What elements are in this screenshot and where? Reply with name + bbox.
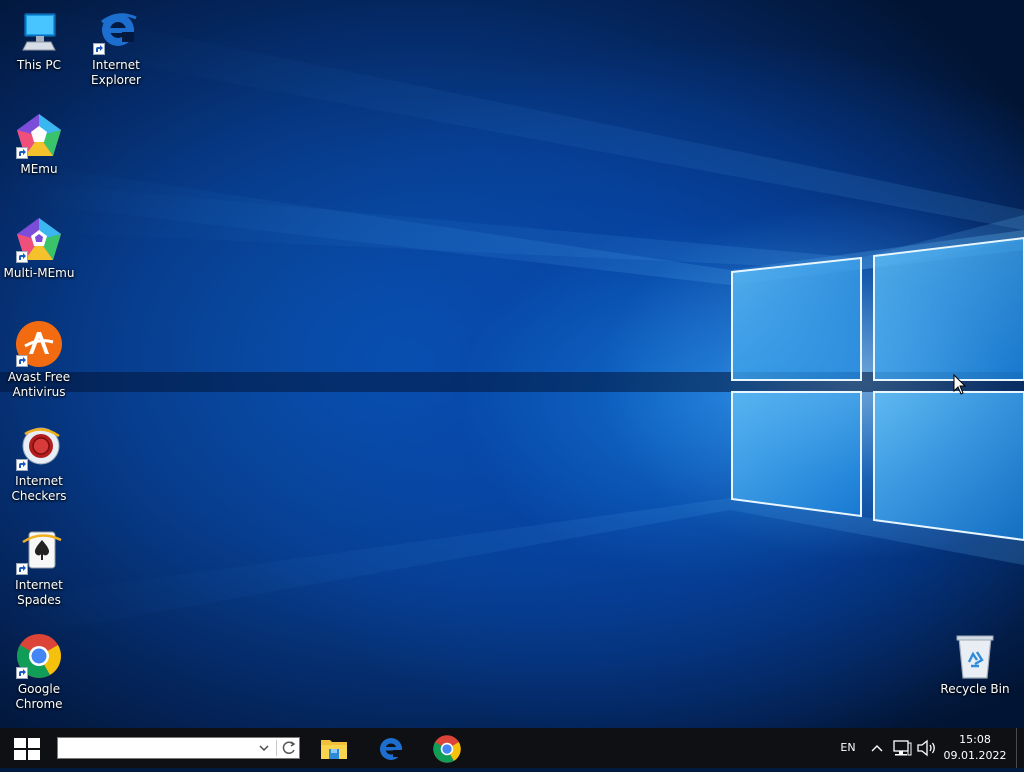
volume-icon[interactable] — [914, 728, 940, 768]
desktop-icon-label: This PC — [17, 58, 61, 72]
desktop-icon-label: Internet Checkers — [11, 474, 67, 503]
taskbar-app-chrome[interactable] — [420, 728, 472, 768]
shortcut-arrow-icon — [16, 563, 28, 575]
shortcut-arrow-icon — [16, 355, 28, 367]
tray-expand-chevron-up-icon[interactable] — [866, 728, 888, 768]
desktop-icon-label: Recycle Bin — [940, 682, 1010, 696]
recycle-bin-icon — [951, 632, 999, 680]
windows-logo-wallpaper — [0, 0, 1024, 640]
shortcut-arrow-icon — [16, 667, 28, 679]
taskbar: EN 15:08 09.01.2022 — [0, 728, 1024, 768]
shortcut-arrow-icon — [16, 251, 28, 263]
memu-icon — [15, 112, 63, 160]
language-indicator[interactable]: EN — [834, 728, 862, 768]
address-input[interactable] — [60, 740, 250, 756]
desktop-icon-label: Multi-MEmu — [3, 266, 75, 280]
chrome-icon — [15, 632, 63, 680]
desktop-icon-internet-spades[interactable]: Internet Spades — [1, 528, 77, 608]
desktop-icon-internet-explorer[interactable]: Internet Explorer — [78, 8, 154, 88]
mouse-cursor-icon — [953, 374, 967, 395]
desktop-icon-memu[interactable]: MEmu — [1, 112, 77, 177]
shortcut-arrow-icon — [16, 459, 28, 471]
desktop-icon-internet-checkers[interactable]: Internet Checkers — [1, 424, 77, 504]
desktop-icon-label: MEmu — [20, 162, 58, 176]
taskbar-app-edge[interactable] — [364, 728, 416, 768]
desktop-icon-avast[interactable]: Avast Free Antivirus — [1, 320, 77, 400]
chrome-icon — [433, 735, 461, 763]
taskbar-app-file-explorer[interactable] — [308, 728, 360, 768]
clock-date: 09.01.2022 — [943, 749, 1007, 762]
multi-memu-icon — [15, 216, 63, 264]
desktop-icon-label: Internet Spades — [15, 578, 63, 607]
file-explorer-icon — [321, 740, 347, 759]
show-desktop-button[interactable] — [1016, 728, 1024, 768]
desktop-icon-label: Internet Explorer — [91, 58, 141, 87]
shortcut-arrow-icon — [93, 43, 105, 55]
desktop-icon-this-pc[interactable]: This PC — [1, 8, 77, 73]
internet-checkers-icon — [15, 424, 63, 472]
windows-logo-icon — [14, 738, 40, 760]
avast-icon — [15, 320, 63, 368]
clock-time: 15:08 — [959, 733, 991, 746]
network-icon[interactable] — [890, 728, 914, 768]
desktop-icon-recycle-bin[interactable]: Recycle Bin — [937, 632, 1013, 697]
edge-icon — [380, 738, 403, 760]
internet-spades-icon — [15, 528, 63, 576]
desktop-icon-label: Google Chrome — [15, 682, 63, 711]
desktop-icon-label: Avast Free Antivirus — [7, 370, 71, 399]
desktop-icon-google-chrome[interactable]: Google Chrome — [1, 632, 77, 712]
start-button[interactable] — [0, 728, 54, 768]
desktop[interactable]: This PC Internet Explorer MEmu Multi-MEm… — [0, 0, 1024, 728]
divider — [276, 740, 277, 756]
desktop-icon-multi-memu[interactable]: Multi-MEmu — [1, 216, 77, 281]
this-pc-icon — [15, 8, 63, 56]
refresh-icon[interactable] — [279, 738, 299, 758]
chevron-down-icon[interactable] — [254, 738, 274, 758]
internet-explorer-icon — [92, 8, 140, 56]
shortcut-arrow-icon — [16, 147, 28, 159]
address-toolbar — [57, 737, 300, 759]
clock[interactable]: 15:08 09.01.2022 — [942, 732, 1008, 766]
